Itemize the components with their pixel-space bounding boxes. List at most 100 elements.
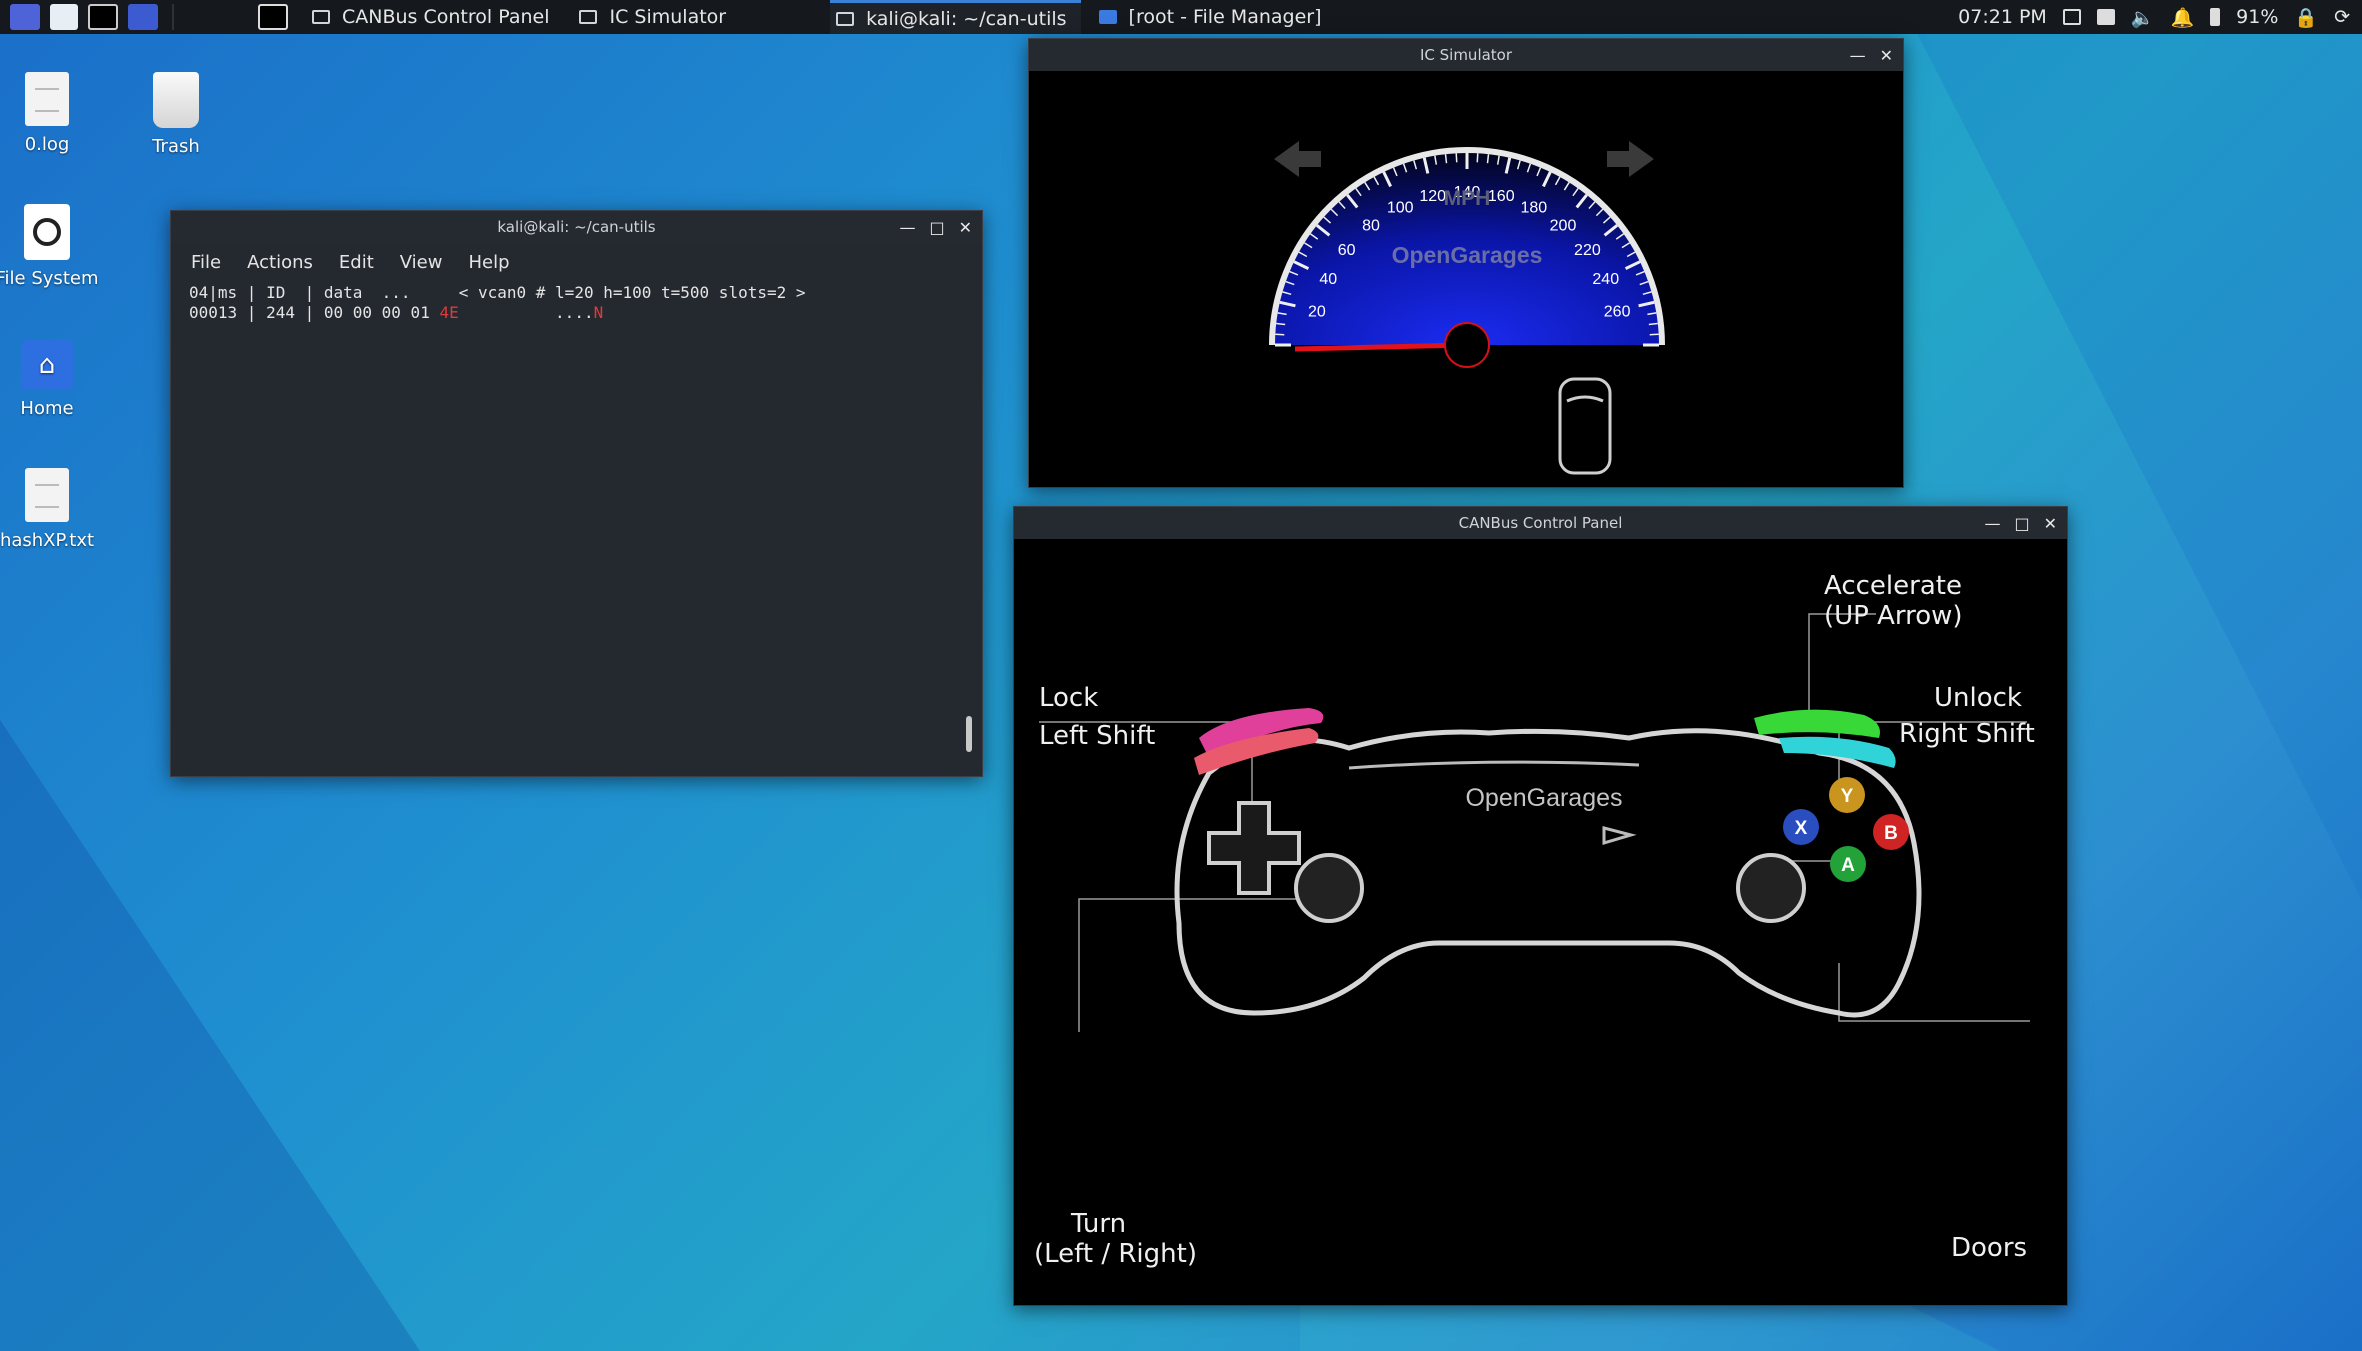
desktop-icon-0log[interactable]: 0.log [0,72,102,155]
terminal-icon[interactable] [88,4,118,30]
gauge-brand: OpenGarages [1392,242,1543,268]
gauge-tick-label: 100 [1387,199,1414,216]
terminal-row-prefix: 00013 | 244 | 00 00 00 01 [189,303,440,322]
controller-diagram[interactable]: Y X B A OpenGarages Accelerate (UP Arrow… [1019,543,2061,1299]
gauge-tick [1276,322,1286,326]
battery-percent: 91% [2236,6,2279,28]
start-button-icon[interactable] [1602,826,1637,846]
gauge-tick [1275,333,1285,336]
gamepad-illustration: Y X B A OpenGarages [1039,613,2030,1032]
window-title: CANBus Control Panel [1458,514,1623,532]
close-icon[interactable]: ✕ [959,218,972,237]
x-button-label: X [1795,818,1808,839]
window-titlebar[interactable]: IC Simulator — ✕ [1029,39,1903,71]
battery-icon[interactable] [2210,8,2221,26]
maximize-icon[interactable]: □ [929,218,944,237]
b-button-label: B [1884,823,1898,844]
gauge-tick-label: 80 [1362,218,1380,235]
canbus-control-panel-window[interactable]: CANBus Control Panel — □ ✕ Y X B A OpenG… [1013,506,2068,1306]
y-button-label: Y [1841,786,1854,807]
locked-file-icon [25,72,69,126]
terminal-window-icon [836,11,855,26]
dpad[interactable] [1207,801,1301,895]
desktop-icon-file-system[interactable]: File System [0,204,102,289]
close-icon[interactable]: ✕ [2044,514,2057,533]
menu-edit[interactable]: Edit [339,252,374,273]
text-file-icon [25,468,69,522]
terminal-row-ascii-highlight: N [593,303,604,322]
gauge-needle [1294,342,1468,352]
gauge-hub [1444,322,1490,368]
terminal-row-ascii: .... [458,303,594,322]
gauge-tick-label: 180 [1520,199,1547,216]
terminal-header-line: 04|ms | ID | data ... < vcan0 # l=20 h=1… [189,283,806,302]
left-turn-signal-icon [1274,141,1321,177]
gauge-tick-label: 220 [1574,242,1601,259]
gauge-tick-label: 60 [1338,242,1356,259]
desktop-icon-trash[interactable]: Trash [121,72,231,157]
gauge-tick-label: 20 [1308,304,1326,321]
clock[interactable]: 07:21 PM [1958,6,2047,28]
ic-dashboard: 20 40 60 80 100 120 140 160 180 200 220 240 260 MPH … [1029,71,1903,487]
gauge-unit: MPH [1444,187,1491,210]
task-file-manager[interactable]: [root - File Manager] [1093,0,1336,34]
file-manager-icon[interactable] [50,4,78,30]
monitor-icon[interactable] [2062,9,2081,25]
gauge-tick [1444,154,1448,164]
gauge-tick [1649,333,1659,336]
terminal-row-hex-highlight: 4E [439,303,459,322]
task-ic-simulator[interactable]: IC Simulator [573,0,740,34]
speedometer-panel: 20406080100120 140 160180200220240260 MPH … [1269,141,1665,475]
display-icon[interactable] [2096,9,2115,25]
car-door-status-icon [1558,377,1612,475]
right-bumper-accelerate[interactable] [1754,709,1880,738]
app-menu-icon[interactable] [10,4,40,30]
gauge-tick-label: 160 [1488,188,1515,205]
terminal-output[interactable]: 04|ms | ID | data ... < vcan0 # l=20 h=1… [171,281,982,325]
unlock-label: Unlock [1934,683,2022,713]
right-turn-signal-icon [1607,141,1654,177]
menu-actions[interactable]: Actions [247,252,313,273]
window-title: IC Simulator [1419,46,1513,64]
accelerate-key-label: (UP Arrow) [1824,601,1963,631]
task-canbus-control-panel[interactable]: CANBus Control Panel [306,0,563,34]
minimize-icon[interactable]: — [1850,46,1866,65]
desktop-icon-label: 0.log [24,134,70,155]
browser-icon[interactable] [128,4,158,30]
terminal-window[interactable]: kali@kali: ~/can-utils — □ ✕ File Action… [170,210,983,777]
lock-label: Lock [1039,683,1099,713]
gauge-tick [1476,153,1479,163]
gauge-tick-label: 120 [1419,188,1446,205]
scrollbar[interactable] [966,716,972,752]
right-trigger-unlock[interactable] [1779,736,1896,768]
gauge-tick-label: 260 [1604,304,1631,321]
menu-help[interactable]: Help [468,252,509,273]
task-terminal[interactable]: kali@kali: ~/can-utils [830,0,1081,34]
gamepad-outline [1174,728,1922,1018]
taskbar: CANBus Control Panel IC Simulator kali@k… [0,0,2362,34]
turn-keys-label: (Left / Right) [1034,1239,1197,1269]
notification-bell-icon[interactable]: 🔔 [2171,6,2195,29]
minimize-icon[interactable]: — [1984,514,2000,533]
workspace-switcher-icon[interactable] [258,4,288,30]
right-thumbstick[interactable] [1736,853,1806,923]
home-folder-icon: ⌂ [21,340,73,390]
close-icon[interactable]: ✕ [1880,46,1893,65]
taskbar-separator [172,4,174,30]
volume-icon[interactable]: 🔈 [2131,6,2155,29]
left-thumbstick[interactable] [1294,853,1364,923]
desktop-icon-label: File System [0,268,99,289]
maximize-icon[interactable]: □ [2014,514,2029,533]
gamepad-brand: OpenGarages [1465,784,1622,812]
lock-screen-icon[interactable]: 🔒 [2294,6,2318,29]
window-title: kali@kali: ~/can-utils [497,218,656,236]
power-icon[interactable]: ⟳ [2334,6,2350,28]
menu-view[interactable]: View [400,252,443,273]
window-titlebar[interactable]: kali@kali: ~/can-utils — □ ✕ [171,211,982,243]
menu-file[interactable]: File [191,252,221,273]
ic-simulator-window[interactable]: IC Simulator — ✕ 20 40 60 80 100 120 140 160 180… [1028,38,1904,488]
minimize-icon[interactable]: — [899,218,915,237]
desktop-icon-home[interactable]: ⌂ Home [0,340,102,419]
desktop-icon-hashxp[interactable]: hashXP.txt [0,468,102,551]
window-titlebar[interactable]: CANBus Control Panel — □ ✕ [1014,507,2067,539]
